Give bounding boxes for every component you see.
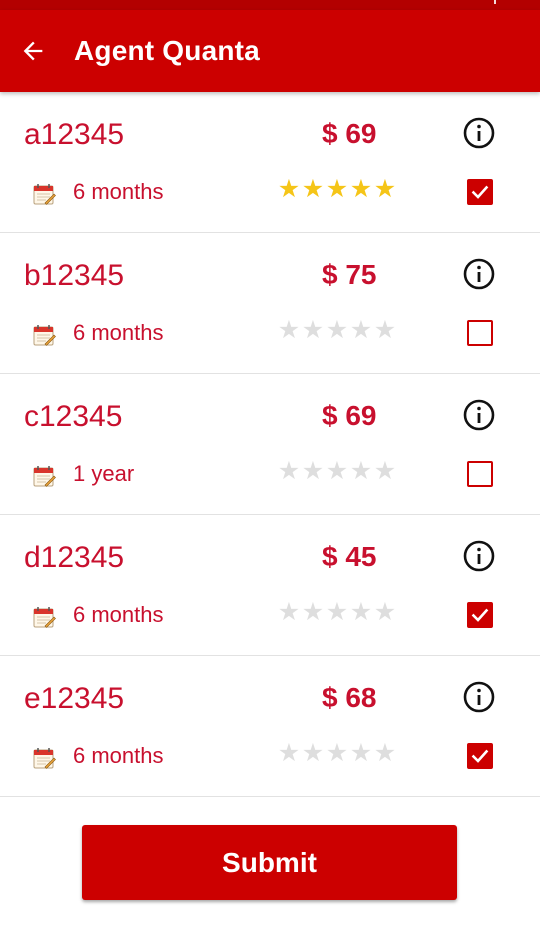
list-item[interactable]: a12345 $ 69 6 months ★ ★ ★ ★ ★ [0,92,540,233]
checkmark-icon [471,749,489,763]
star-icon[interactable]: ★ [277,176,301,201]
calendar-icon [32,464,56,488]
star-icon[interactable]: ★ [277,458,301,483]
select-checkbox[interactable] [467,320,493,346]
plan-code: e12345 [24,682,125,715]
plan-code: d12345 [24,541,125,574]
plan-duration: 6 months [73,602,164,627]
star-icon[interactable]: ★ [373,458,397,483]
plan-price: $ 69 [322,118,377,149]
plan-duration: 6 months [73,743,164,768]
app-bar: Agent Quanta [0,10,540,92]
star-icon[interactable]: ★ [301,599,325,624]
plan-price: $ 69 [322,400,377,431]
star-icon[interactable]: ★ [277,740,301,765]
plan-code: a12345 [24,118,125,151]
back-button[interactable] [0,10,70,92]
star-icon[interactable]: ★ [373,599,397,624]
info-circle-icon[interactable] [462,398,496,432]
plan-code: c12345 [24,400,123,433]
star-icon[interactable]: ★ [349,740,373,765]
rating-stars[interactable]: ★ ★ ★ ★ ★ [277,317,397,342]
star-icon[interactable]: ★ [349,176,373,201]
select-checkbox[interactable] [467,602,493,628]
star-icon[interactable]: ★ [349,458,373,483]
rating-stars[interactable]: ★ ★ ★ ★ ★ [277,458,397,483]
plan-code: b12345 [24,259,125,292]
select-checkbox[interactable] [467,179,493,205]
info-circle-icon[interactable] [462,257,496,291]
list-item[interactable]: b12345 $ 75 6 months ★ ★ ★ ★ ★ [0,233,540,374]
page-title: Agent Quanta [74,35,260,66]
plan-price: $ 75 [322,259,377,290]
star-icon[interactable]: ★ [301,458,325,483]
star-icon[interactable]: ★ [301,317,325,342]
star-icon[interactable]: ★ [373,176,397,201]
info-circle-icon[interactable] [462,116,496,150]
star-icon[interactable]: ★ [325,458,349,483]
star-icon[interactable]: ★ [373,740,397,765]
star-icon[interactable]: ★ [277,317,301,342]
select-checkbox[interactable] [467,461,493,487]
plan-duration: 1 year [73,461,135,486]
arrow-left-icon [23,41,43,61]
status-indicator [494,0,496,4]
rating-stars[interactable]: ★ ★ ★ ★ ★ [277,740,397,765]
plan-price: $ 45 [322,541,377,572]
plan-price: $ 68 [322,682,377,713]
rating-stars[interactable]: ★ ★ ★ ★ ★ [277,599,397,624]
star-icon[interactable]: ★ [325,740,349,765]
star-icon[interactable]: ★ [373,317,397,342]
star-icon[interactable]: ★ [301,740,325,765]
star-icon[interactable]: ★ [301,176,325,201]
list-item[interactable]: e12345 $ 68 6 months ★ ★ ★ ★ ★ [0,656,540,797]
submit-button[interactable]: Submit [82,825,457,900]
star-icon[interactable]: ★ [325,599,349,624]
calendar-icon [32,605,56,629]
star-icon[interactable]: ★ [277,599,301,624]
info-circle-icon[interactable] [462,680,496,714]
calendar-icon [32,746,56,770]
star-icon[interactable]: ★ [349,317,373,342]
status-bar [0,0,540,10]
checkmark-icon [471,185,489,199]
star-icon[interactable]: ★ [325,317,349,342]
select-checkbox[interactable] [467,743,493,769]
star-icon[interactable]: ★ [349,599,373,624]
plan-duration: 6 months [73,320,164,345]
plan-duration: 6 months [73,179,164,204]
list-item[interactable]: d12345 $ 45 6 months ★ ★ ★ ★ ★ [0,515,540,656]
star-icon[interactable]: ★ [325,176,349,201]
calendar-icon [32,323,56,347]
checkmark-icon [471,608,489,622]
rating-stars[interactable]: ★ ★ ★ ★ ★ [277,176,397,201]
plan-list: a12345 $ 69 6 months ★ ★ ★ ★ ★ b12345 $ 75 6 month… [0,92,540,797]
calendar-icon [32,182,56,206]
info-circle-icon[interactable] [462,539,496,573]
list-item[interactable]: c12345 $ 69 1 year ★ ★ ★ ★ ★ [0,374,540,515]
